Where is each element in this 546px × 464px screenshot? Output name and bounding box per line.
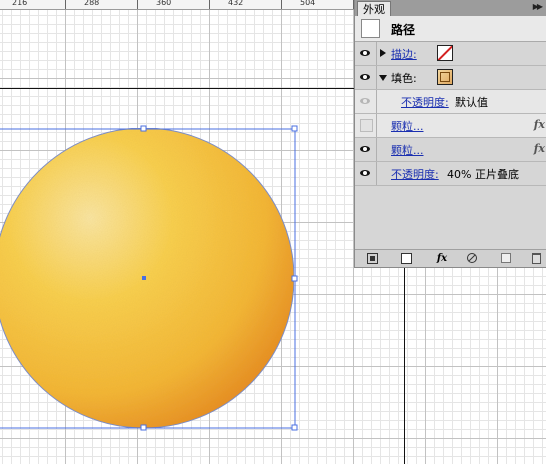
visibility-toggle[interactable] (355, 90, 377, 113)
resize-handle[interactable] (140, 125, 147, 132)
hidden-checkbox-icon (360, 119, 373, 132)
eye-icon (360, 98, 370, 104)
duplicate-item-icon[interactable] (501, 253, 512, 264)
visibility-toggle[interactable] (355, 162, 377, 185)
panel-menu-icon[interactable]: ▶▶ (533, 2, 543, 11)
panel-bottom-toolbar: fx (355, 249, 546, 267)
object-thumbnail (361, 19, 380, 38)
path-title: 路径 (391, 23, 416, 37)
grain-effect-link[interactable]: 颗粒... (391, 118, 424, 134)
expand-triangle-icon[interactable] (380, 49, 386, 57)
visibility-toggle-off[interactable] (355, 114, 377, 137)
visibility-toggle[interactable] (355, 138, 377, 161)
fill-opacity-value: 默认值 (455, 96, 488, 109)
stroke-row[interactable]: 描边: (355, 42, 546, 66)
stroke-none-swatch[interactable] (437, 45, 453, 61)
stroke-label[interactable]: 描边: (391, 46, 417, 62)
fill-row[interactable]: 填色: (355, 66, 546, 90)
resize-handle[interactable] (291, 424, 298, 431)
fx-icon[interactable]: fx (534, 142, 545, 155)
grain-effect-link[interactable]: 颗粒... (391, 142, 424, 158)
eye-icon (360, 50, 370, 56)
tab-appearance[interactable]: 外观 (357, 1, 391, 17)
appearance-panel: 外观 ▶▶ 路径 描边: 填色: 不透明度: 默认值 颗粒... fx 颗粒..… (354, 0, 546, 268)
add-effect-icon[interactable]: fx (433, 253, 451, 264)
center-point (142, 276, 146, 280)
orange-circle[interactable] (0, 127, 295, 429)
delete-item-icon[interactable] (531, 253, 542, 264)
grain-effect-row[interactable]: 颗粒... fx (355, 138, 546, 162)
artboard-edge (404, 267, 405, 464)
resize-handle[interactable] (291, 125, 298, 132)
eye-icon (360, 170, 370, 176)
eye-icon (360, 146, 370, 152)
clear-appearance-icon[interactable] (401, 253, 412, 264)
eye-icon (360, 74, 370, 80)
collapse-triangle-icon[interactable] (379, 75, 387, 81)
fill-gradient-swatch[interactable] (437, 69, 453, 85)
path-header-row: 路径 (355, 16, 546, 42)
opacity-value: 40% 正片叠底 (447, 168, 519, 181)
fill-opacity-label[interactable]: 不透明度: (401, 94, 449, 110)
resize-handle[interactable] (140, 424, 147, 431)
opacity-row[interactable]: 不透明度: 40% 正片叠底 (355, 162, 546, 186)
panel-tab-bar: 外观 ▶▶ (355, 0, 546, 17)
new-art-maintains-appearance-icon[interactable] (367, 253, 378, 264)
opacity-label[interactable]: 不透明度: (391, 166, 439, 182)
fx-icon[interactable]: fx (534, 118, 545, 131)
artwork-layer (0, 125, 298, 431)
visibility-toggle[interactable] (355, 66, 377, 89)
fill-label: 填色: (391, 72, 417, 85)
reduce-basic-icon[interactable] (467, 253, 478, 264)
resize-handle[interactable] (291, 275, 298, 282)
visibility-toggle[interactable] (355, 42, 377, 65)
grain-effect-row[interactable]: 颗粒... fx (355, 114, 546, 138)
fill-opacity-row[interactable]: 不透明度: 默认值 (355, 90, 546, 114)
